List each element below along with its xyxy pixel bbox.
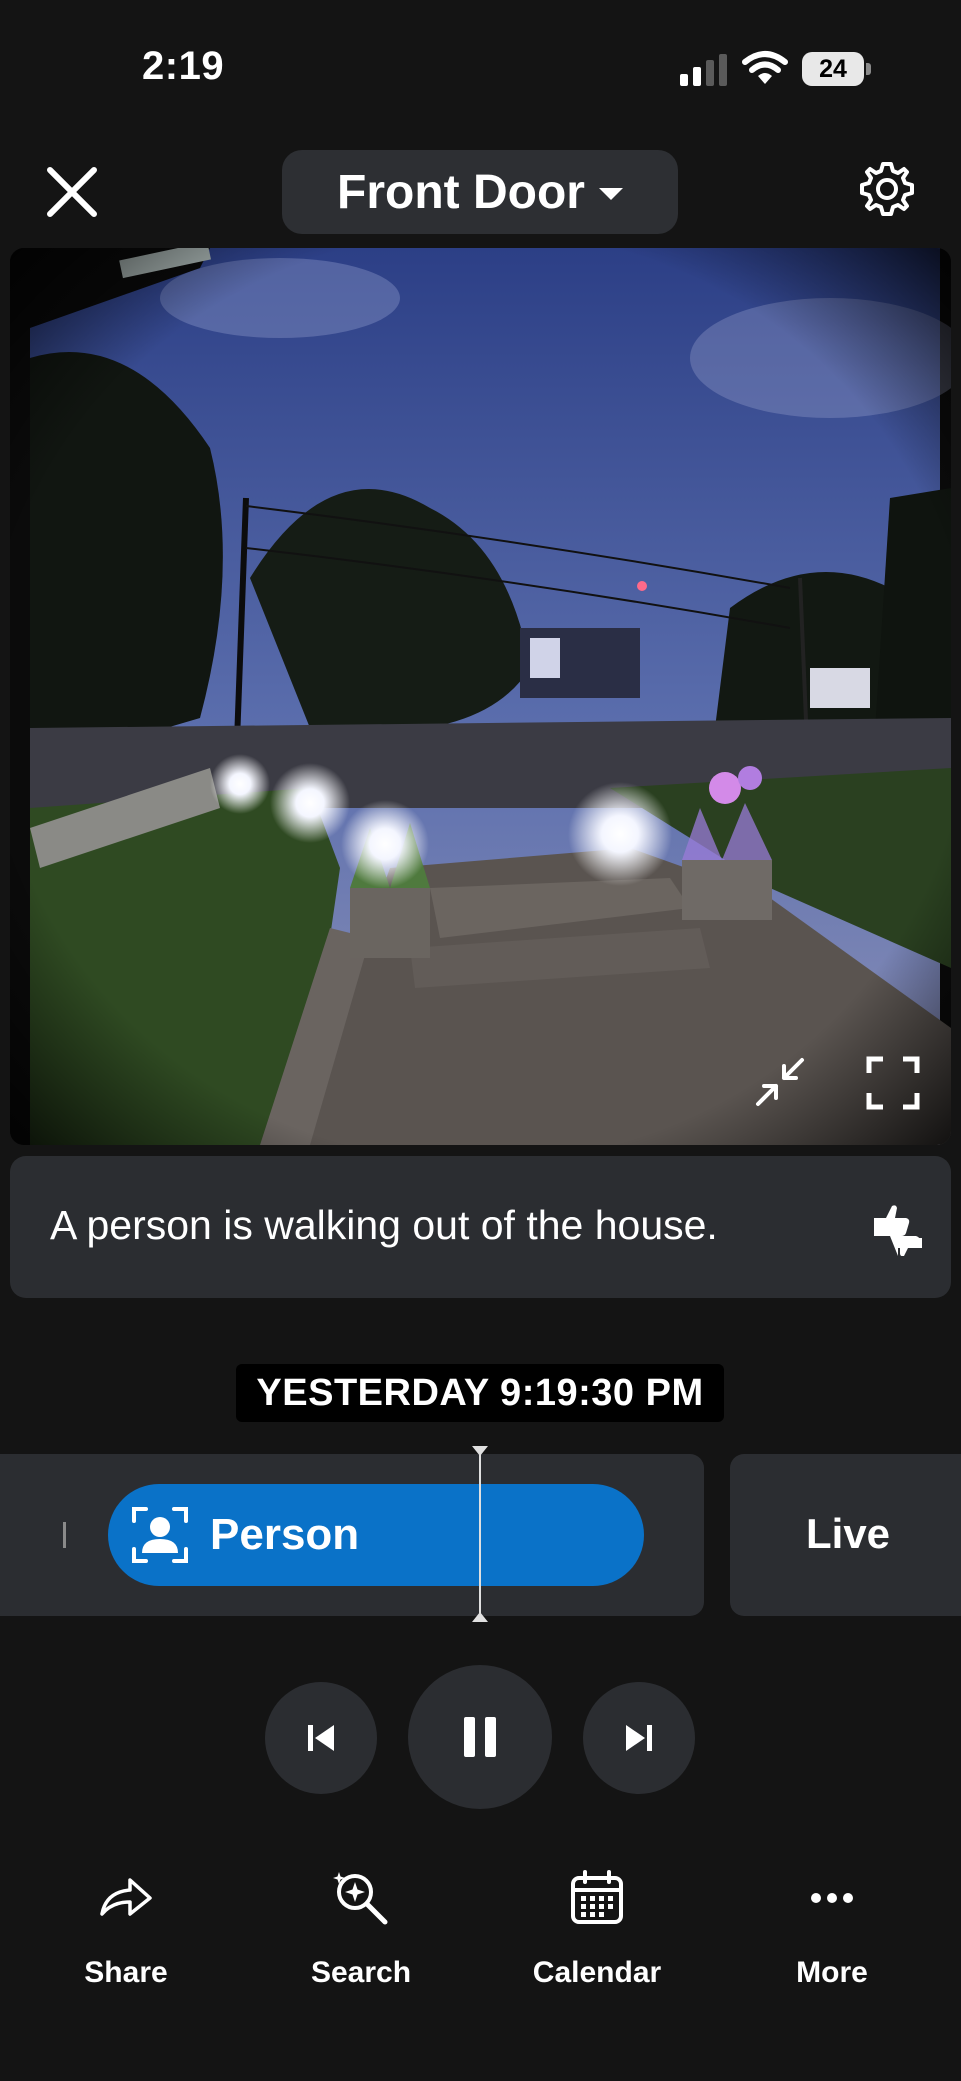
more-label: More xyxy=(796,1956,868,1989)
fullscreen-icon[interactable] xyxy=(866,1056,920,1110)
calendar-label: Calendar xyxy=(532,1956,662,1989)
person-icon xyxy=(132,1507,188,1563)
calendar-icon xyxy=(571,1870,623,1924)
battery-indicator: 24 xyxy=(802,52,872,86)
person-event-marker[interactable]: Person xyxy=(108,1484,644,1586)
cellular-signal-icon xyxy=(680,54,727,86)
chevron-down-icon xyxy=(598,188,623,200)
minimize-icon[interactable] xyxy=(752,1054,808,1110)
camera-name: Front Door xyxy=(337,165,585,219)
live-button[interactable]: Live xyxy=(730,1454,961,1616)
skip-previous-icon xyxy=(308,1725,334,1751)
share-icon xyxy=(100,1878,152,1916)
camera-selector[interactable]: Front Door xyxy=(282,150,678,234)
video-player[interactable] xyxy=(10,248,951,1145)
timeline-tick xyxy=(63,1522,66,1548)
event-description: A person is walking out of the house. xyxy=(50,1202,718,1248)
playhead-top-marker xyxy=(472,1446,488,1456)
event-timestamp: YESTERDAY 9:19:30 PM xyxy=(236,1364,724,1422)
camera-feed-image xyxy=(10,248,951,1145)
more-button[interactable]: More xyxy=(737,1868,927,1989)
status-time: 2:19 xyxy=(142,44,225,88)
live-label: Live xyxy=(806,1510,891,1557)
event-type-label: Person xyxy=(210,1510,360,1559)
playhead-bottom-marker xyxy=(472,1612,488,1622)
playhead[interactable] xyxy=(479,1448,481,1620)
close-icon[interactable] xyxy=(42,162,102,222)
event-description-card: A person is walking out of the house. xyxy=(10,1156,951,1298)
pause-icon xyxy=(464,1717,496,1757)
share-button[interactable]: Share xyxy=(31,1868,221,1989)
thumbs-feedback-icon[interactable] xyxy=(870,1200,926,1256)
next-event-button[interactable] xyxy=(583,1682,695,1794)
battery-tip xyxy=(866,63,871,75)
wifi-icon xyxy=(742,51,788,84)
search-button[interactable]: Search xyxy=(266,1868,456,1989)
search-label: Search xyxy=(310,1956,412,1989)
more-icon xyxy=(811,1893,853,1903)
skip-next-icon xyxy=(626,1725,652,1751)
battery-level: 24 xyxy=(802,52,864,86)
search-icon xyxy=(333,1872,388,1925)
calendar-button[interactable]: Calendar xyxy=(502,1868,692,1989)
share-label: Share xyxy=(84,1956,168,1989)
previous-event-button[interactable] xyxy=(265,1682,377,1794)
pause-button[interactable] xyxy=(408,1665,552,1809)
gear-icon[interactable] xyxy=(858,160,916,218)
